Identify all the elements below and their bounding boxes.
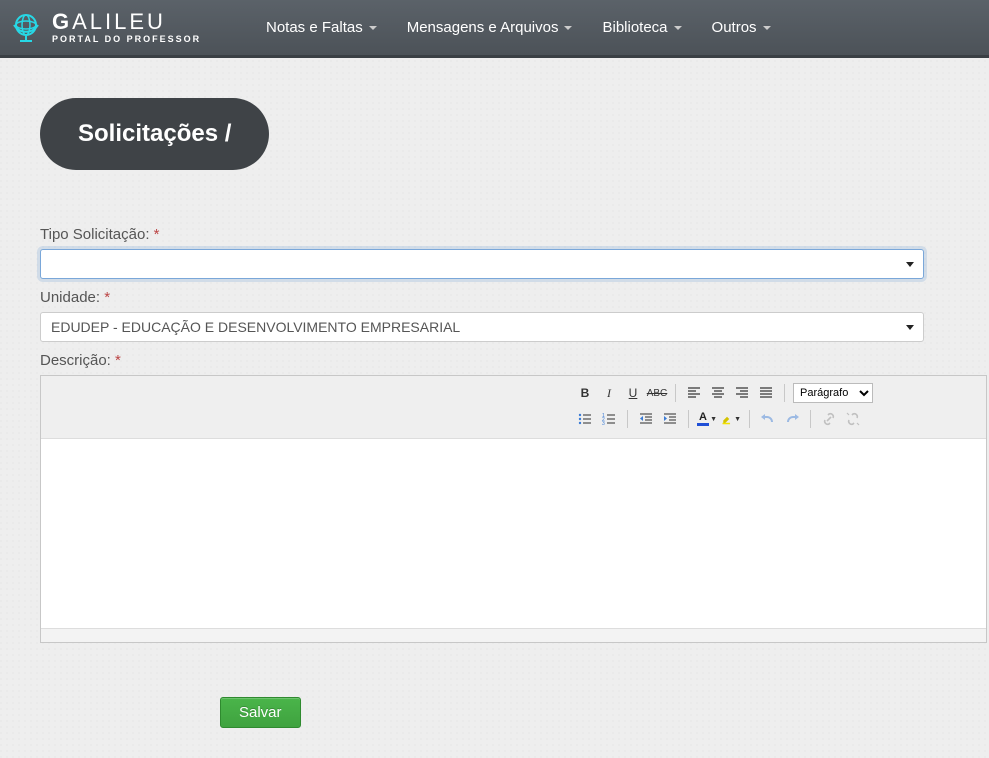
unidade-select[interactable]: EDUDEP - EDUCAÇÃO E DESENVOLVIMENTO EMPR… xyxy=(40,312,924,342)
chevron-down-icon xyxy=(564,26,572,30)
nav-item-label: Biblioteca xyxy=(602,19,667,36)
align-right-button[interactable] xyxy=(732,383,752,403)
align-center-button[interactable] xyxy=(708,383,728,403)
save-button[interactable]: Salvar xyxy=(220,697,301,728)
nav-item-label: Notas e Faltas xyxy=(266,19,363,36)
toolbar-separator xyxy=(688,410,689,428)
redo-button[interactable] xyxy=(782,409,802,429)
nav-items: Notas e Faltas Mensagens e Arquivos Bibl… xyxy=(266,19,771,36)
nav-item-label: Outros xyxy=(712,19,757,36)
outdent-icon xyxy=(638,411,654,427)
chevron-down-icon xyxy=(369,26,377,30)
align-left-button[interactable] xyxy=(684,383,704,403)
brand-subtitle: PORTAL DO PROFESSOR xyxy=(52,35,201,44)
remove-link-button[interactable] xyxy=(843,409,863,429)
svg-text:3: 3 xyxy=(602,421,605,427)
nav-notas-e-faltas[interactable]: Notas e Faltas xyxy=(266,19,377,36)
unlink-icon xyxy=(845,411,861,427)
toolbar-separator xyxy=(749,410,750,428)
nav-item-label: Mensagens e Arquivos xyxy=(407,19,559,36)
toolbar-separator xyxy=(810,410,811,428)
text-color-button[interactable]: A ▼ xyxy=(697,409,717,429)
outdent-button[interactable] xyxy=(636,409,656,429)
tipo-solicitacao-label: Tipo Solicitação: * xyxy=(40,226,989,243)
tipo-solicitacao-select-wrap xyxy=(40,249,924,279)
required-mark: * xyxy=(154,226,160,243)
toolbar-row-1: B I U ABC xyxy=(575,382,978,404)
toolbar-separator xyxy=(784,384,785,402)
nav-mensagens-e-arquivos[interactable]: Mensagens e Arquivos xyxy=(407,19,573,36)
solicitacao-form: Tipo Solicitação: * Unidade: * EDUDEP - … xyxy=(40,226,989,728)
toolbar-separator xyxy=(675,384,676,402)
page-title-pill: Solicitações / xyxy=(40,98,269,170)
undo-icon xyxy=(760,411,776,427)
chevron-down-icon xyxy=(674,26,682,30)
toolbar-separator xyxy=(627,410,628,428)
italic-button[interactable]: I xyxy=(599,383,619,403)
descricao-label: Descrição: * xyxy=(40,352,989,369)
editor-toolbar: B I U ABC xyxy=(41,376,986,438)
underline-button[interactable]: U xyxy=(623,383,643,403)
align-justify-button[interactable] xyxy=(756,383,776,403)
align-justify-icon xyxy=(758,385,774,401)
page-title: Solicitações / xyxy=(78,120,231,147)
redo-icon xyxy=(784,411,800,427)
brand-name: GGALILEUALILEU xyxy=(52,11,201,33)
undo-button[interactable] xyxy=(758,409,778,429)
unidade-label: Unidade: * xyxy=(40,289,989,306)
numbered-list-button[interactable]: 123 xyxy=(599,409,619,429)
top-navbar: GGALILEUALILEU PORTAL DO PROFESSOR Notas… xyxy=(0,0,989,58)
indent-button[interactable] xyxy=(660,409,680,429)
bold-button[interactable]: B xyxy=(575,383,595,403)
editor-content-area[interactable] xyxy=(41,438,986,628)
strikethrough-button[interactable]: ABC xyxy=(647,383,667,403)
indent-icon xyxy=(662,411,678,427)
globe-logo-icon xyxy=(6,8,46,48)
highlight-icon xyxy=(721,412,733,426)
tipo-solicitacao-select[interactable] xyxy=(40,249,924,279)
toolbar-row-2: 123 A ▼ xyxy=(575,408,978,430)
required-mark: * xyxy=(104,289,110,306)
bullet-list-button[interactable] xyxy=(575,409,595,429)
align-center-icon xyxy=(710,385,726,401)
align-left-icon xyxy=(686,385,702,401)
nav-outros[interactable]: Outros xyxy=(712,19,771,36)
nav-biblioteca[interactable]: Biblioteca xyxy=(602,19,681,36)
highlight-color-button[interactable]: ▼ xyxy=(721,409,741,429)
paragraph-format-select[interactable]: Parágrafo xyxy=(793,383,873,403)
bullet-list-icon xyxy=(577,411,593,427)
insert-link-button[interactable] xyxy=(819,409,839,429)
unidade-select-wrap: EDUDEP - EDUCAÇÃO E DESENVOLVIMENTO EMPR… xyxy=(40,312,924,342)
editor-resize-handle[interactable] xyxy=(41,628,986,642)
chevron-down-icon xyxy=(763,26,771,30)
align-right-icon xyxy=(734,385,750,401)
brand[interactable]: GGALILEUALILEU PORTAL DO PROFESSOR xyxy=(6,8,236,48)
link-icon xyxy=(821,411,837,427)
required-mark: * xyxy=(115,352,121,369)
page-body: Solicitações / Tipo Solicitação: * Unida… xyxy=(0,58,989,758)
rich-text-editor: B I U ABC xyxy=(40,375,987,643)
numbered-list-icon: 123 xyxy=(601,411,617,427)
